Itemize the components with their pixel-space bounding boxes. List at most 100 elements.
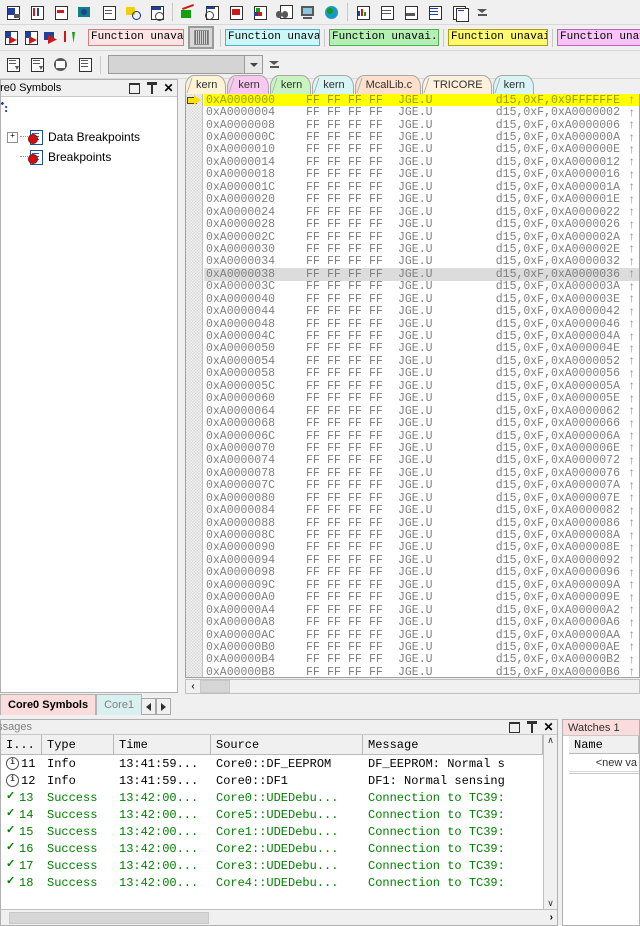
- disassembly-row[interactable]: 0xA000001C FF FF FF FF JGE.U d15,0xF,0xA000001…: [204, 180, 639, 194]
- editor-tab-2[interactable]: kern: [227, 75, 269, 94]
- disassembly-view[interactable]: 0xA0000000 FF FF FF FF JGE.U d15,0xF,0x9FFFFFF…: [185, 94, 640, 678]
- disassembly-row[interactable]: 0xA0000064 FF FF FF FF JGE.U d15,0xF,0xA000006…: [204, 404, 639, 418]
- disassembly-row[interactable]: 0xA0000004 FF FF FF FF JGE.U d15,0xF,0xA000000…: [204, 106, 639, 120]
- toolbar-overflow-chevron-down-icon[interactable]: [267, 56, 281, 74]
- disassembly-row[interactable]: 0xA00000B8 FF FF FF FF JGE.U d15,0xF,0xA00000B…: [204, 665, 639, 677]
- editor-tab-3[interactable]: kern: [269, 75, 312, 94]
- tree-item-breakpoints[interactable]: Breakpoints: [1, 147, 177, 167]
- binocular-view-icon[interactable]: [273, 1, 295, 23]
- disassembly-row[interactable]: 0xA000003C FF FF FF FF JGE.U d15,0xF,0xA000003…: [204, 280, 639, 294]
- disassembly-row[interactable]: 0xA0000090 FF FF FF FF JGE.U d15,0xF,0xA000008…: [204, 541, 639, 555]
- disassembly-row[interactable]: 0xA0000034 FF FF FF FF JGE.U d15,0xF,0xA000003…: [204, 255, 639, 269]
- disassembly-row[interactable]: 0xA0000078 FF FF FF FF JGE.U d15,0xF,0xA000007…: [204, 466, 639, 480]
- inspect-window-icon[interactable]: [146, 1, 168, 23]
- step-measure-icon[interactable]: [62, 27, 80, 49]
- disassembly-row[interactable]: 0xA0000030 FF FF FF FF JGE.U d15,0xF,0xA000002…: [204, 242, 639, 256]
- column-header-name[interactable]: Name: [569, 736, 639, 754]
- disassembly-row[interactable]: 0xA000005C FF FF FF FF JGE.U d15,0xF,0xA000005…: [204, 379, 639, 393]
- scroll-up-icon[interactable]: ∧: [547, 735, 554, 746]
- disassembly-row[interactable]: 0xA0000008 FF FF FF FF JGE.U d15,0xF,0xA000000…: [204, 118, 639, 132]
- disassembly-row[interactable]: 0xA00000B0 FF FF FF FF JGE.U d15,0xF,0xA00000A…: [204, 640, 639, 654]
- maximize-button[interactable]: [506, 720, 523, 735]
- list-window-icon[interactable]: [424, 1, 446, 23]
- scroll-down-icon[interactable]: ∨: [547, 898, 554, 909]
- new-watch-row[interactable]: <new va: [569, 754, 639, 772]
- pin-button[interactable]: [143, 81, 160, 96]
- disassembly-row[interactable]: 0xA0000028 FF FF FF FF JGE.U d15,0xF,0xA000002…: [204, 218, 639, 232]
- hscroll-thumb[interactable]: [9, 911, 209, 924]
- special-function-register-icon[interactable]: [225, 1, 247, 23]
- status-bar-icon[interactable]: [400, 1, 422, 23]
- toolbar-overflow-chevron-down-icon[interactable]: [475, 3, 489, 21]
- symbols-tree[interactable]: ⃗: + Data Breakpoints Breakpoints: [1, 97, 177, 692]
- disassembly-row[interactable]: 0xA00000A4 FF FF FF FF JGE.U d15,0xF,0xA00000A…: [204, 603, 639, 617]
- message-row[interactable]: i 11 Info 13:41:59... Core0::DF_EEPROM DF_EEP…: [1, 755, 543, 772]
- disassembly-row[interactable]: 0xA00000B4 FF FF FF FF JGE.U d15,0xF,0xA00000B…: [204, 653, 639, 667]
- function-unavailable-box-4[interactable]: Function unavai.: [448, 29, 548, 46]
- editor-tab-7[interactable]: kern: [492, 75, 534, 94]
- disassembly-row[interactable]: 0xA00000AC FF FF FF FF JGE.U d15,0xF,0xA00000A…: [204, 628, 639, 642]
- message-row[interactable]: ✓ 14 Success 13:42:00... Core5::UDEDebu... Co…: [1, 806, 543, 823]
- disassembly-row[interactable]: 0xA00000A8 FF FF FF FF JGE.U d15,0xF,0xA00000A…: [204, 616, 639, 630]
- expander-plus-icon[interactable]: +: [7, 131, 18, 143]
- disassembly-row[interactable]: 0xA0000048 FF FF FF FF JGE.U d15,0xF,0xA000004…: [204, 317, 639, 331]
- messages-vscrollbar[interactable]: ∧ ∨: [543, 735, 557, 909]
- disassembly-row[interactable]: 0xA0000070 FF FF FF FF JGE.U d15,0xF,0xA000006…: [204, 441, 639, 455]
- pin-button[interactable]: [523, 720, 540, 735]
- disassembly-row[interactable]: 0xA0000068 FF FF FF FF JGE.U d15,0xF,0xA000006…: [204, 417, 639, 431]
- context-combo-input[interactable]: [109, 56, 244, 73]
- disassembly-row[interactable]: 0xA000006C FF FF FF FF JGE.U d15,0xF,0xA000006…: [204, 429, 639, 443]
- scroll-right-icon[interactable]: ›: [550, 912, 553, 923]
- column-header-time[interactable]: Time: [114, 735, 211, 754]
- go-icon[interactable]: [42, 27, 60, 49]
- column-header-message[interactable]: Message: [363, 735, 543, 754]
- disassembly-row[interactable]: 0xA0000094 FF FF FF FF JGE.U d15,0xF,0xA000009…: [204, 553, 639, 567]
- tab-scroll-buttons[interactable]: [141, 698, 172, 715]
- terminal-window-icon[interactable]: [297, 1, 319, 23]
- editor-tab-5[interactable]: McalLib.c: [354, 75, 422, 94]
- step-into-icon[interactable]: [2, 54, 24, 76]
- disassembly-row[interactable]: 0xA000002C FF FF FF FF JGE.U d15,0xF,0xA000002…: [204, 230, 639, 244]
- disassembly-row[interactable]: 0xA000000C FF FF FF FF JGE.U d15,0xF,0xA000000…: [204, 131, 639, 145]
- disassembly-row[interactable]: 0xA0000024 FF FF FF FF JGE.U d15,0xF,0xA000002…: [204, 205, 639, 219]
- disassembly-row[interactable]: 0xA0000040 FF FF FF FF JGE.U d15,0xF,0xA000003…: [204, 292, 639, 306]
- message-row[interactable]: ✓ 13 Success 13:42:00... Core0::UDEDebu... Co…: [1, 789, 543, 806]
- disassembly-row[interactable]: 0xA00000A0 FF FF FF FF JGE.U d15,0xF,0xA000009…: [204, 591, 639, 605]
- column-header-type[interactable]: Type: [42, 735, 114, 754]
- scroll-left-icon[interactable]: ‹: [186, 680, 200, 693]
- function-unavailable-box-2[interactable]: Function unavai.: [225, 29, 320, 46]
- disabled-pattern-icon[interactable]: [188, 26, 214, 49]
- memory-window-icon[interactable]: [26, 1, 48, 23]
- breakpoint-gutter[interactable]: [186, 94, 203, 677]
- disassembly-row[interactable]: 0xA0000058 FF FF FF FF JGE.U d15,0xF,0xA000005…: [204, 367, 639, 381]
- disassembly-row[interactable]: 0xA0000098 FF FF FF FF JGE.U d15,0xF,0xA000009…: [204, 566, 639, 580]
- watches-list[interactable]: [569, 773, 639, 924]
- tab-core1-symbols[interactable]: Core1: [96, 694, 143, 715]
- function-unavailable-box-3[interactable]: Function unavai.: [329, 29, 439, 46]
- disassembly-row[interactable]: 0xA0000088 FF FF FF FF JGE.U d15,0xF,0xA000008…: [204, 516, 639, 530]
- disassembly-row[interactable]: 0xA0000060 FF FF FF FF JGE.U d15,0xF,0xA000005…: [204, 392, 639, 406]
- disassembly-row[interactable]: 0xA000004C FF FF FF FF JGE.U d15,0xF,0xA000004…: [204, 330, 639, 344]
- editor-tab-1[interactable]: kern: [185, 75, 227, 94]
- find-symbol-icon[interactable]: [122, 1, 144, 23]
- messages-hscrollbar[interactable]: ›: [1, 909, 557, 925]
- disassembly-row[interactable]: 0xA0000018 FF FF FF FF JGE.U d15,0xF,0xA000001…: [204, 168, 639, 182]
- reset-target-icon[interactable]: [50, 1, 72, 23]
- disassembly-row[interactable]: 0xA0000044 FF FF FF FF JGE.U d15,0xF,0xA000004…: [204, 305, 639, 319]
- camera-snapshot-icon[interactable]: [74, 1, 96, 23]
- column-header-source[interactable]: Source: [211, 735, 363, 754]
- message-row[interactable]: ✓ 18 Success 13:42:00... Core4::UDEDebu... Co…: [1, 874, 543, 891]
- disassembly-row[interactable]: 0xA0000010 FF FF FF FF JGE.U d15,0xF,0xA000000…: [204, 143, 639, 157]
- disassembly-row[interactable]: 0xA0000054 FF FF FF FF JGE.U d15,0xF,0xA000005…: [204, 354, 639, 368]
- color-window-icon[interactable]: [249, 1, 271, 23]
- disassembly-row[interactable]: 0xA0000020 FF FF FF FF JGE.U d15,0xF,0xA000001…: [204, 193, 639, 207]
- disassembly-row[interactable]: 0xA0000000 FF FF FF FF JGE.U d15,0xF,0x9FFFFFF…: [204, 94, 639, 107]
- disassembly-row[interactable]: 0xA0000084 FF FF FF FF JGE.U d15,0xF,0xA000008…: [204, 504, 639, 518]
- function-unavailable-box-5[interactable]: Function unava: [557, 29, 640, 46]
- run-to-icon[interactable]: [2, 27, 20, 49]
- column-header-id[interactable]: I...: [1, 735, 42, 754]
- disassembly-row[interactable]: 0xA000008C FF FF FF FF JGE.U d15,0xF,0xA000008…: [204, 529, 639, 543]
- close-button[interactable]: ✕: [540, 720, 557, 735]
- hscroll-thumb[interactable]: [200, 680, 230, 693]
- tab-watches-1[interactable]: Watches 1: [563, 720, 639, 736]
